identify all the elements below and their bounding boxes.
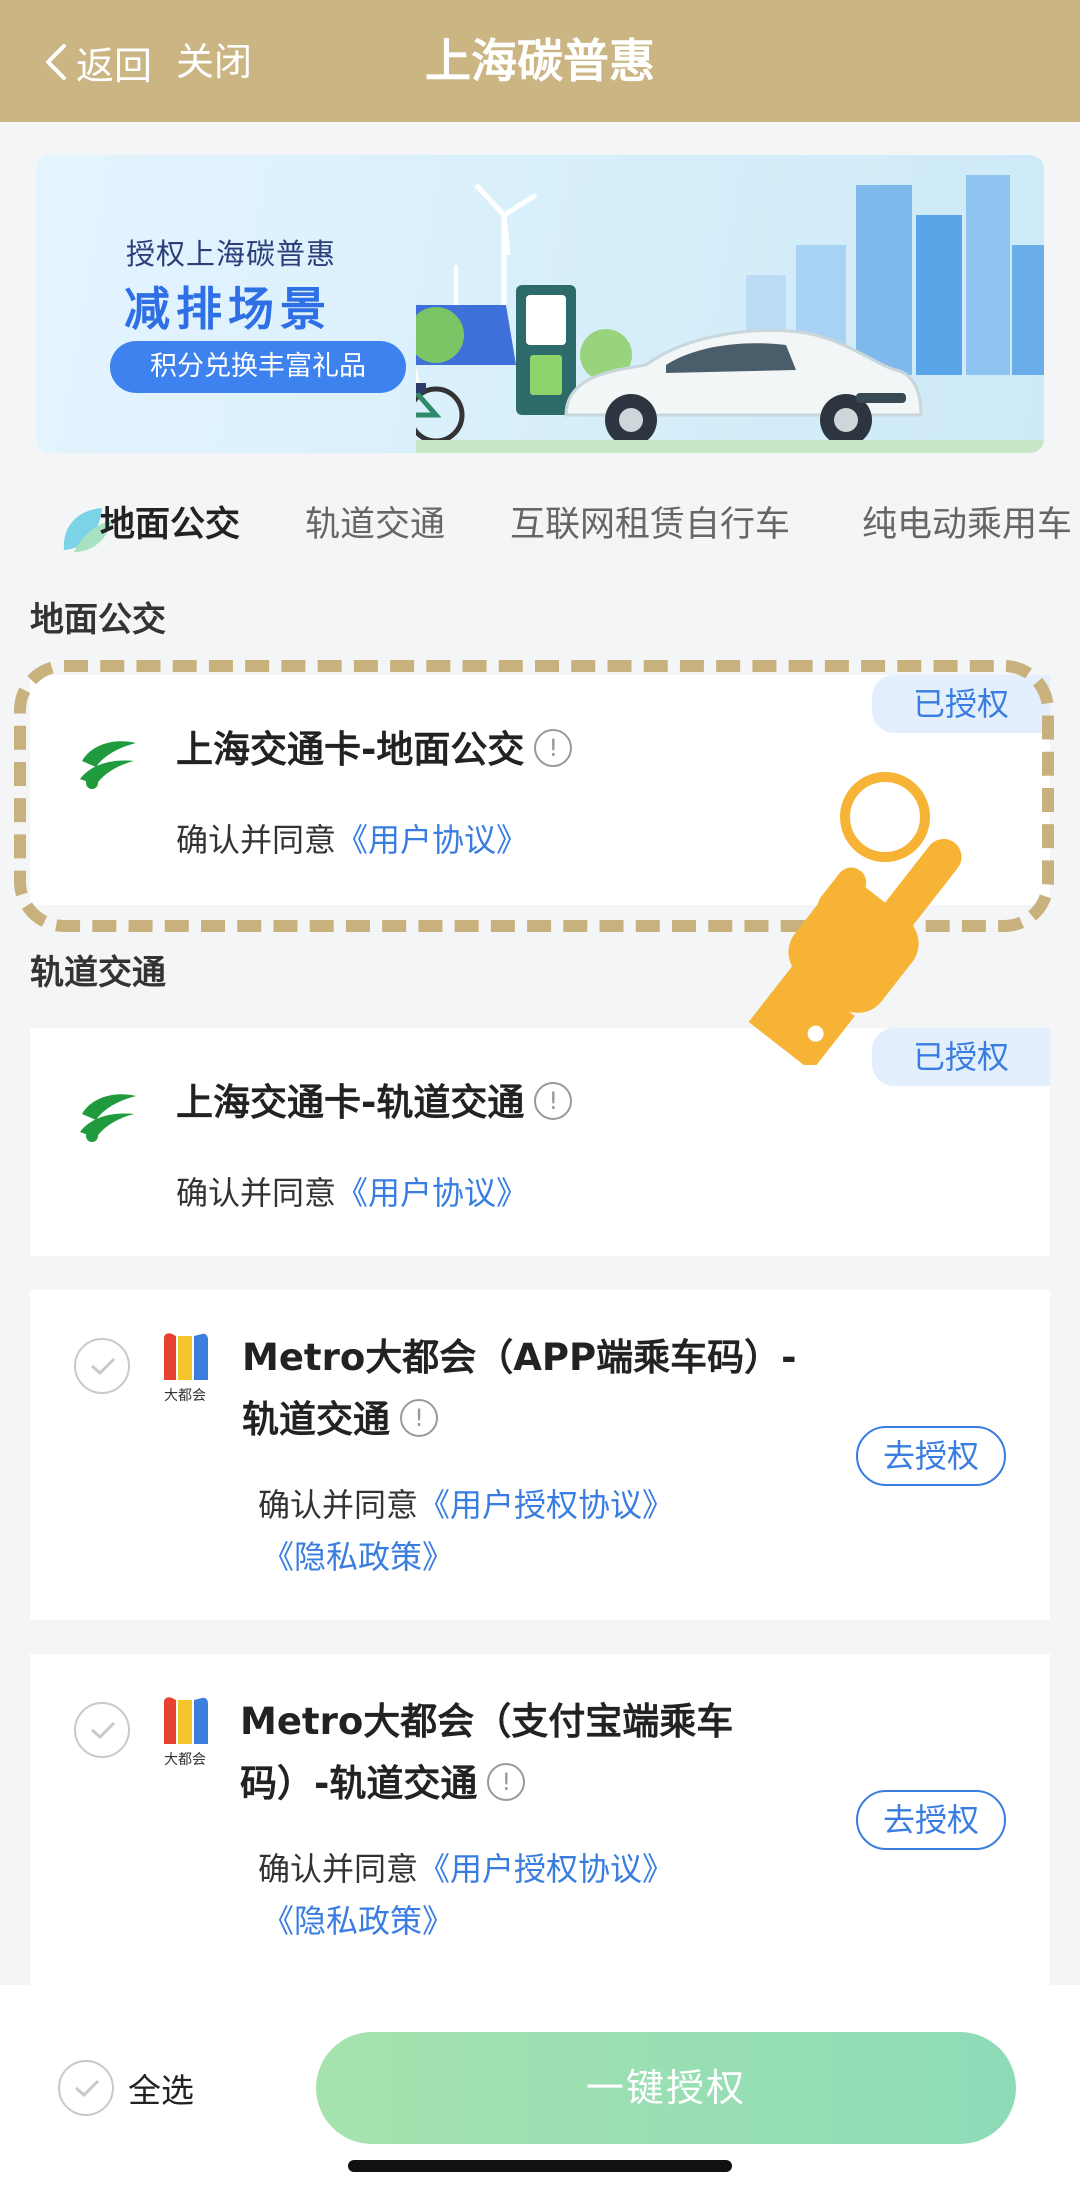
tab-rail-transit[interactable]: 轨道交通 bbox=[305, 490, 445, 560]
logo-text: 大都会 bbox=[164, 1388, 206, 1404]
card-title-line2: 轨道交通! bbox=[242, 1390, 438, 1450]
privacy-policy-row: 《隐私政策》 bbox=[262, 1532, 454, 1578]
agreement-text: 确认并同意《用户协议》 bbox=[176, 1174, 529, 1212]
pointing-hand-icon bbox=[748, 772, 962, 1065]
go-authorize-button[interactable]: 去授权 bbox=[856, 1426, 1006, 1486]
select-checkbox[interactable] bbox=[74, 1338, 130, 1394]
tab-ground-bus[interactable]: 地面公交 bbox=[100, 490, 240, 560]
privacy-policy-row: 《隐私政策》 bbox=[262, 1896, 454, 1942]
agreement-text: 确认并同意《用户授权协议》 bbox=[258, 1486, 675, 1524]
category-tabs: 地面公交 轨道交通 互联网租赁自行车 纯电动乘用车 bbox=[0, 490, 1080, 560]
home-indicator bbox=[348, 2160, 732, 2172]
banner-pill: 积分兑换丰富礼品 bbox=[110, 341, 406, 393]
privacy-policy-link[interactable]: 《隐私政策》 bbox=[262, 1538, 454, 1576]
tab-electric-car[interactable]: 纯电动乘用车 bbox=[862, 490, 1072, 560]
banner-line1: 授权上海碳普惠 bbox=[126, 237, 337, 271]
card-title-line2: 码）-轨道交通! bbox=[240, 1754, 526, 1814]
metro-daduhui-logo: 大都会 bbox=[164, 1333, 208, 1404]
select-all-checkbox[interactable] bbox=[58, 2060, 114, 2116]
check-icon bbox=[91, 1721, 116, 1740]
banner-line2: 减排场景 bbox=[124, 282, 332, 336]
user-authorization-agreement-link[interactable]: 《用户授权协议》 bbox=[418, 1486, 674, 1524]
user-authorization-agreement-link[interactable]: 《用户授权协议》 bbox=[418, 1850, 674, 1888]
tab-bike-rental[interactable]: 互联网租赁自行车 bbox=[510, 490, 790, 560]
card-title: 上海交通卡-轨道交通! bbox=[176, 1073, 573, 1133]
section-title-rail-transit: 轨道交通 bbox=[30, 953, 166, 993]
page-title: 上海碳普惠 bbox=[425, 34, 655, 88]
go-authorize-button[interactable]: 去授权 bbox=[856, 1790, 1006, 1850]
privacy-policy-link[interactable]: 《隐私政策》 bbox=[262, 1902, 454, 1940]
select-checkbox[interactable] bbox=[74, 1702, 130, 1758]
metro-daduhui-logo: 大都会 bbox=[164, 1697, 208, 1768]
logo-text: 大都会 bbox=[164, 1752, 206, 1768]
check-icon bbox=[91, 1357, 116, 1376]
info-icon[interactable]: ! bbox=[487, 1763, 526, 1801]
auth-card[interactable]: 大都会 Metro大都会（支付宝端乘车 码）-轨道交通! 去授权 确认并同意《用… bbox=[30, 1654, 1050, 1989]
agreement-text: 确认并同意《用户授权协议》 bbox=[258, 1850, 675, 1888]
auth-card[interactable]: 大都会 Metro大都会（APP端乘车码）- 轨道交通! 去授权 确认并同意《用… bbox=[30, 1290, 1050, 1620]
banner-illustration bbox=[416, 175, 1044, 453]
info-icon[interactable]: ! bbox=[400, 1399, 438, 1437]
card-title-line1: Metro大都会（APP端乘车码）- bbox=[242, 1336, 797, 1379]
user-agreement-link[interactable]: 《用户协议》 bbox=[336, 1174, 528, 1212]
info-icon[interactable]: ! bbox=[534, 1082, 573, 1120]
one-key-authorize-button[interactable]: 一键授权 bbox=[316, 2032, 1016, 2144]
section-title-ground-bus: 地面公交 bbox=[30, 600, 166, 640]
card-title-line1: Metro大都会（支付宝端乘车 bbox=[240, 1700, 734, 1743]
top-nav-bar: 返回 关闭 上海碳普惠 bbox=[0, 0, 1080, 122]
select-all-label[interactable]: 全选 bbox=[128, 2064, 194, 2112]
check-icon bbox=[75, 2079, 100, 2098]
promo-banner[interactable]: 授权上海碳普惠 减排场景 积分兑换丰富礼品 bbox=[36, 155, 1044, 453]
shanghai-transport-card-logo bbox=[80, 1094, 136, 1142]
